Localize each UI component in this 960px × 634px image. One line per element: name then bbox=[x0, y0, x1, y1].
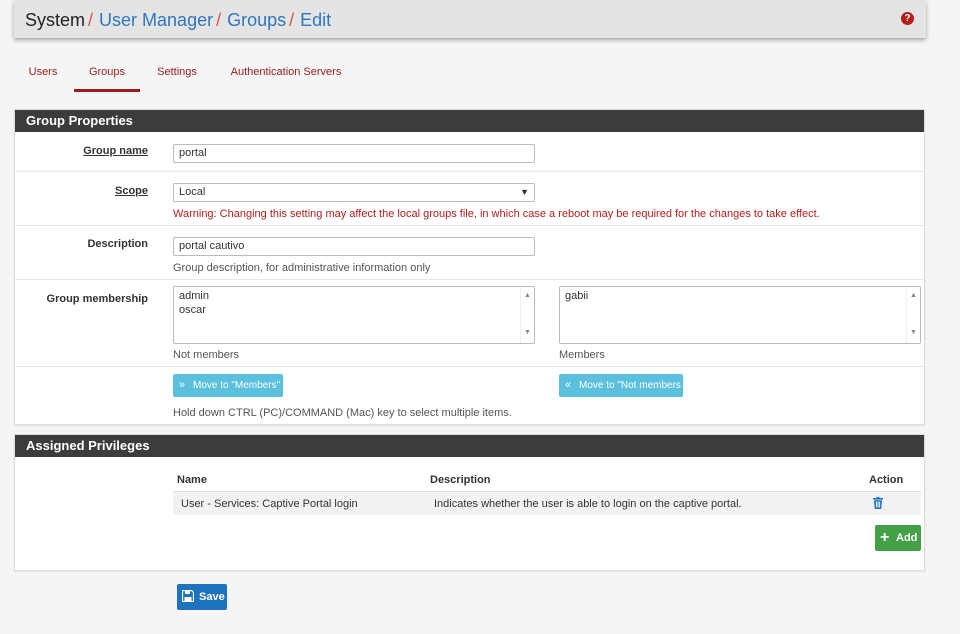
add-label: Add bbox=[896, 532, 918, 544]
breadcrumb-root: System bbox=[25, 10, 86, 30]
description-row: Description portal cautivo Group descrip… bbox=[15, 225, 924, 279]
move-to-members-button[interactable]: » Move to "Members" bbox=[173, 374, 283, 397]
group-membership-label: Group membership bbox=[46, 293, 148, 305]
tab-settings[interactable]: Settings bbox=[146, 60, 208, 92]
move-to-not-members-label: Move to "Not members bbox=[579, 380, 681, 391]
trash-icon[interactable] bbox=[873, 497, 883, 509]
scroll-down-icon[interactable]: ▼ bbox=[524, 326, 531, 340]
scroll-up-icon[interactable]: ▲ bbox=[524, 289, 531, 303]
not-members-caption: Not members bbox=[173, 349, 240, 361]
breadcrumb-separator: / bbox=[88, 10, 94, 30]
double-chevron-right-icon: » bbox=[179, 379, 186, 391]
scope-label: Scope bbox=[114, 185, 148, 197]
scope-select-value: Local bbox=[179, 186, 206, 198]
scrollbar[interactable]: ▲ ▼ bbox=[906, 287, 920, 343]
breadcrumb-groups[interactable]: Groups bbox=[227, 10, 286, 30]
chevron-down-icon: ▼ bbox=[520, 187, 529, 197]
tab-groups[interactable]: Groups bbox=[74, 60, 140, 92]
privilege-name: User - Services: Captive Portal login bbox=[181, 498, 358, 510]
group-name-row: Group name portal bbox=[15, 132, 924, 171]
list-item[interactable]: gabii bbox=[565, 289, 915, 303]
double-chevron-left-icon: « bbox=[565, 379, 572, 391]
tab-users[interactable]: Users bbox=[14, 60, 72, 92]
assigned-privileges-heading: Assigned Privileges bbox=[15, 435, 924, 457]
move-buttons-row: » Move to "Members" « Move to "Not membe… bbox=[15, 366, 924, 424]
breadcrumb-separator: / bbox=[216, 10, 222, 30]
assigned-privileges-panel: Assigned Privileges Name Description Act… bbox=[14, 434, 925, 571]
breadcrumb-edit[interactable]: Edit bbox=[300, 10, 331, 30]
move-to-members-label: Move to "Members" bbox=[193, 380, 281, 391]
not-members-listbox[interactable]: admin oscar ▲ ▼ bbox=[173, 286, 535, 344]
scroll-down-icon[interactable]: ▼ bbox=[910, 326, 917, 340]
add-privilege-button[interactable]: + Add bbox=[875, 525, 921, 551]
members-listbox[interactable]: gabii ▲ ▼ bbox=[559, 286, 921, 344]
scope-warning: Warning: Changing this setting may affec… bbox=[173, 208, 820, 220]
description-input[interactable]: portal cautivo bbox=[173, 237, 535, 256]
column-header-description: Description bbox=[430, 474, 491, 486]
privilege-description: Indicates whether the user is able to lo… bbox=[434, 498, 742, 510]
save-label: Save bbox=[199, 591, 225, 603]
tab-authentication-servers[interactable]: Authentication Servers bbox=[220, 60, 352, 92]
group-membership-row: Group membership admin oscar ▲ ▼ Not mem… bbox=[15, 279, 924, 366]
scroll-up-icon[interactable]: ▲ bbox=[910, 289, 917, 303]
group-name-input[interactable]: portal bbox=[173, 144, 535, 163]
table-row: User - Services: Captive Portal login In… bbox=[173, 491, 921, 515]
description-help: Group description, for administrative in… bbox=[173, 262, 431, 274]
column-header-name: Name bbox=[177, 474, 207, 486]
members-caption: Members bbox=[559, 349, 605, 361]
group-properties-panel: Group Properties Group name portal Scope… bbox=[14, 109, 925, 425]
scope-select[interactable]: Local ▼ bbox=[173, 183, 535, 202]
breadcrumb-separator: / bbox=[289, 10, 295, 30]
multi-select-help: Hold down CTRL (PC)/COMMAND (Mac) key to… bbox=[173, 407, 512, 419]
breadcrumb-bar: System / User Manager / Groups / Edit ? bbox=[14, 0, 926, 38]
list-item[interactable]: admin bbox=[179, 289, 529, 303]
save-button[interactable]: Save bbox=[177, 584, 227, 610]
plus-icon: + bbox=[880, 529, 890, 546]
list-item[interactable]: oscar bbox=[179, 303, 529, 317]
scrollbar[interactable]: ▲ ▼ bbox=[520, 287, 534, 343]
group-properties-heading: Group Properties bbox=[15, 110, 924, 132]
floppy-disk-icon bbox=[182, 590, 194, 602]
group-name-label: Group name bbox=[83, 145, 148, 157]
move-to-not-members-button[interactable]: « Move to "Not members bbox=[559, 374, 683, 397]
help-icon[interactable]: ? bbox=[901, 12, 914, 25]
breadcrumb: System / User Manager / Groups / Edit bbox=[25, 9, 331, 31]
scope-row: Scope Local ▼ Warning: Changing this set… bbox=[15, 171, 924, 225]
description-label: Description bbox=[87, 238, 148, 250]
breadcrumb-user-manager[interactable]: User Manager bbox=[99, 10, 213, 30]
column-header-action: Action bbox=[869, 474, 904, 486]
